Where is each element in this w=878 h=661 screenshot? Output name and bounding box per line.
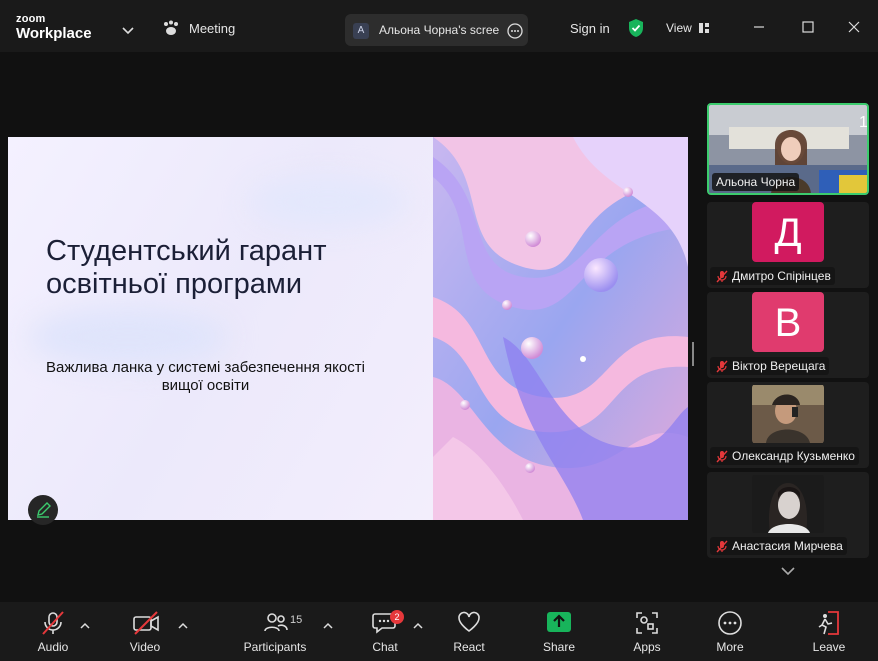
share-label: Share <box>542 640 576 654</box>
slide-abstract-artwork <box>433 137 688 520</box>
audio-label: Audio <box>37 640 69 654</box>
audio-button[interactable]: Audio <box>28 602 78 661</box>
more-button[interactable]: More <box>707 602 753 661</box>
view-label: View <box>666 21 692 35</box>
participant-tile[interactable]: В Віктор Верещага <box>707 292 869 378</box>
leave-label: Leave <box>812 640 846 654</box>
pencil-icon <box>37 502 51 518</box>
participant-name-tag: Віктор Верещага <box>710 357 830 378</box>
apps-icon <box>636 612 658 634</box>
zoom-logo: zoom Workplace <box>16 13 92 42</box>
video-label: Video <box>129 640 161 654</box>
muted-mic-icon <box>42 611 64 635</box>
chevron-down-icon[interactable] <box>122 22 134 40</box>
participants-icon <box>264 613 288 632</box>
participants-options-caret-icon[interactable] <box>323 616 333 634</box>
audio-options-caret-icon[interactable] <box>80 616 90 634</box>
participants-label: Participants <box>243 640 307 654</box>
slide-subtitle: Важлива ланка у системі забезпечення яко… <box>46 359 365 394</box>
logo-big-text: Workplace <box>16 25 92 42</box>
profile-photo <box>752 475 824 533</box>
react-label: React <box>453 640 485 654</box>
more-options-icon[interactable] <box>507 23 523 44</box>
participants-button[interactable]: 15 Participants <box>240 602 310 661</box>
slide-title: Студентський гарант освітньої програми <box>46 235 327 300</box>
close-icon[interactable] <box>848 20 860 38</box>
meeting-info-button[interactable]: Meeting <box>162 20 235 36</box>
meeting-toolbar: Audio Video 15 Participants 2 Chat React… <box>0 602 878 661</box>
paw-icon <box>164 20 178 35</box>
unread-chat-badge: 2 <box>390 610 404 624</box>
participant-tile[interactable]: Д Дмитро Спірінцев <box>707 202 869 288</box>
more-icon <box>718 611 742 635</box>
react-button[interactable]: React <box>446 602 492 661</box>
shared-screen: Студентський гарант освітньої програми В… <box>8 137 688 520</box>
muted-mic-icon <box>716 270 728 288</box>
participant-name-tag: Олександр Кузьменко <box>710 447 859 465</box>
avatar: В <box>752 292 824 352</box>
participant-name: Олександр Кузьменко <box>732 449 855 463</box>
grid-icon <box>698 23 709 33</box>
heart-icon <box>458 611 480 632</box>
slide-text-area: Студентський гарант освітньої програми В… <box>8 137 433 520</box>
share-screen-icon <box>547 612 571 632</box>
video-options-caret-icon[interactable] <box>178 616 188 634</box>
chat-button[interactable]: 2 Chat <box>362 602 408 661</box>
chat-options-caret-icon[interactable] <box>413 616 423 634</box>
video-off-icon <box>133 611 159 635</box>
more-label: More <box>716 640 744 654</box>
sign-in-link[interactable]: Sign in <box>570 21 610 36</box>
title-bar: zoom Workplace Meeting A Альона Чорна's … <box>0 0 878 52</box>
logo-small-text: zoom <box>16 13 46 25</box>
screen-share-indicator[interactable]: A Альона Чорна's screen <box>345 14 528 46</box>
participant-name: Віктор Верещага <box>732 359 826 373</box>
sharer-initial-badge: A <box>353 23 369 39</box>
participant-tile[interactable]: 1 Альона Чорна <box>707 103 869 195</box>
video-button[interactable]: Video <box>120 602 170 661</box>
muted-mic-icon <box>716 540 728 558</box>
panel-resize-handle[interactable] <box>692 342 694 366</box>
participant-name-tag: Анастасия Мирчева <box>710 537 847 555</box>
annotate-button[interactable] <box>28 495 58 525</box>
participant-count: 15 <box>290 614 303 626</box>
share-button[interactable]: Share <box>536 602 582 661</box>
muted-mic-icon <box>716 360 728 378</box>
leave-icon <box>818 611 839 635</box>
minimize-icon[interactable] <box>753 20 765 38</box>
share-label: Альона Чорна's screen <box>379 23 499 37</box>
muted-mic-icon <box>716 450 728 468</box>
shield-icon[interactable] <box>627 18 645 43</box>
avatar: Д <box>752 202 824 262</box>
leave-button[interactable]: Leave <box>806 602 852 661</box>
apps-button[interactable]: Apps <box>624 602 670 661</box>
svg-text:1: 1 <box>859 114 868 131</box>
profile-photo <box>752 385 824 443</box>
participant-tile[interactable]: Олександр Кузьменко <box>707 382 869 468</box>
apps-label: Apps <box>633 640 661 654</box>
participant-name-tag: Дмитро Спірінцев <box>710 267 835 285</box>
participant-name: Дмитро Спірінцев <box>732 269 831 283</box>
chat-label: Chat <box>372 640 398 654</box>
view-button[interactable]: View <box>666 21 710 35</box>
participant-tile[interactable]: Анастасия Мирчева <box>707 472 869 558</box>
meeting-label: Meeting <box>189 20 236 36</box>
participant-name: Альона Чорна <box>712 173 800 191</box>
gallery-scroll-down-icon[interactable] <box>780 563 796 581</box>
participant-name: Анастасия Мирчева <box>732 539 843 553</box>
maximize-icon[interactable] <box>802 20 814 38</box>
